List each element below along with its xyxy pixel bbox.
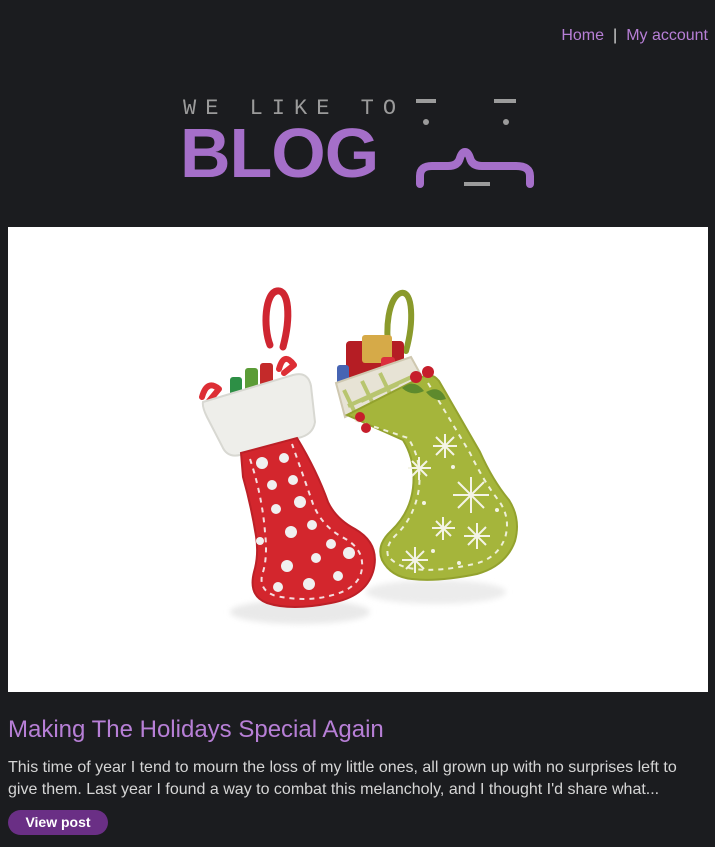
top-nav: Home | My account <box>561 27 708 45</box>
home-link[interactable]: Home <box>561 27 604 44</box>
nav-separator: | <box>613 27 618 44</box>
my-account-link[interactable]: My account <box>626 27 708 44</box>
logo-wordmark: BLOG <box>180 114 379 192</box>
post-image[interactable] <box>8 227 708 692</box>
christmas-stockings-icon <box>8 227 708 692</box>
site-logo[interactable]: WE LIKE TO BLOG <box>180 96 540 192</box>
logo-face-icon <box>416 99 534 188</box>
post-summary: This time of year I tend to mourn the lo… <box>8 759 677 798</box>
view-post-button[interactable]: View post <box>8 810 108 835</box>
post-title[interactable]: Making The Holidays Special Again <box>8 714 384 746</box>
